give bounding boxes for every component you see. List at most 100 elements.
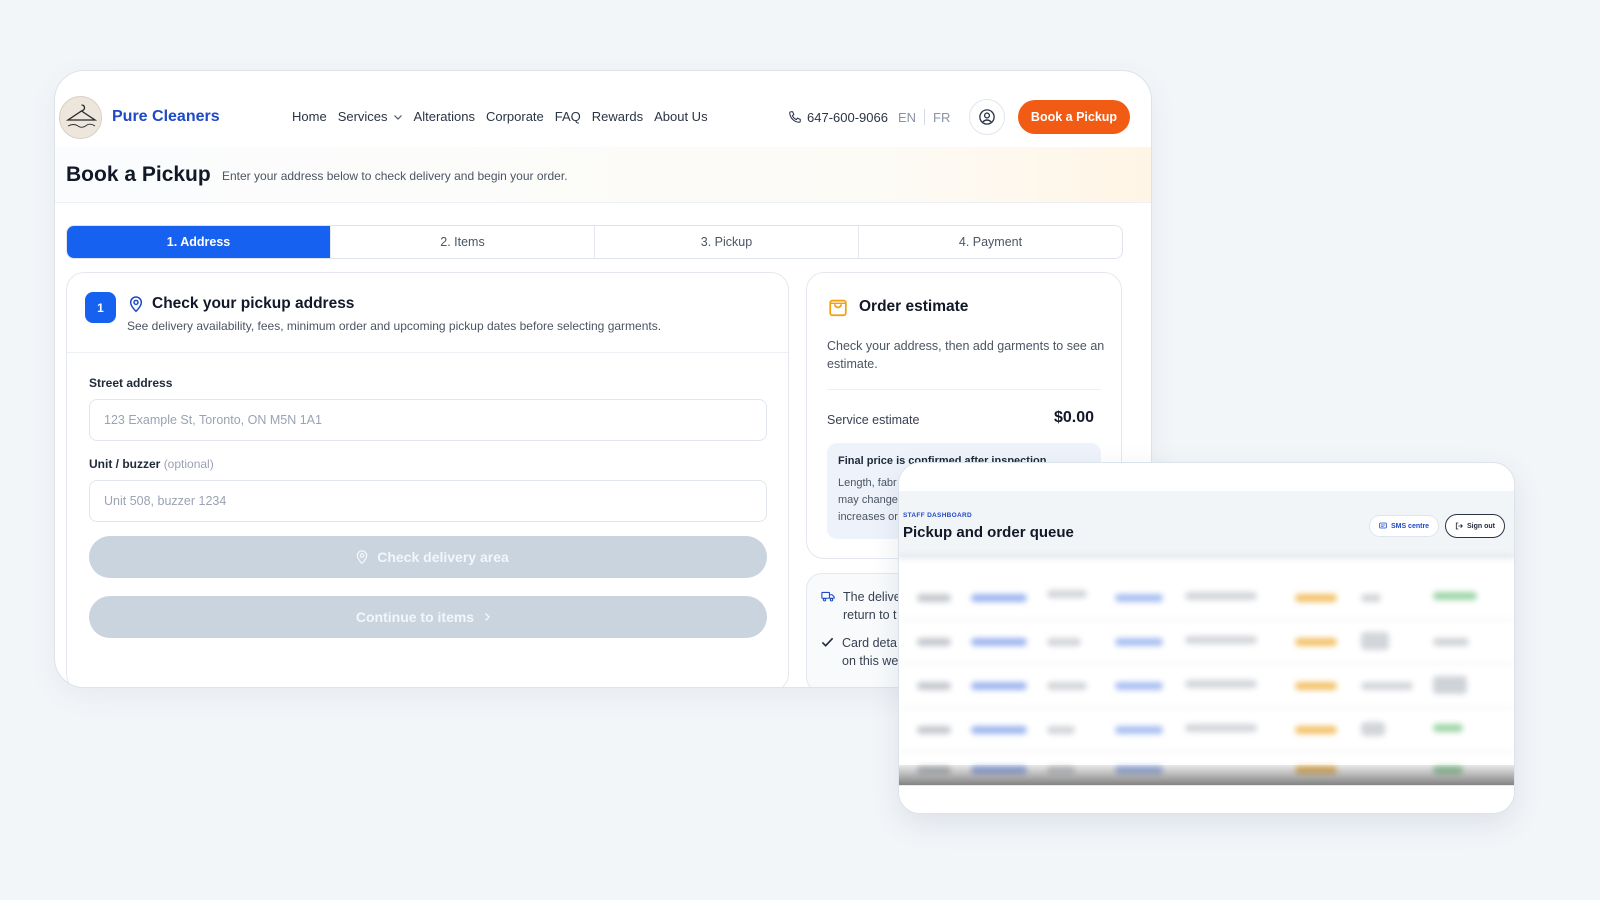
continue-label: Continue to items <box>355 609 475 625</box>
table-row[interactable] <box>899 576 1514 620</box>
menu-faq[interactable]: FAQ <box>555 109 581 124</box>
book-pickup-button[interactable]: Book a Pickup <box>1018 100 1130 134</box>
card-divider <box>67 352 788 353</box>
location-pin-icon <box>129 296 143 313</box>
table-row[interactable] <box>899 620 1514 664</box>
table-cell <box>1295 638 1337 646</box>
service-estimate-value: $0.00 <box>1054 409 1095 426</box>
dashboard-footer <box>899 785 1514 813</box>
order-stepper: 1. Address 2. Items 3. Pickup 4. Payment <box>66 225 1123 259</box>
sign-out-label: Sign out <box>1467 522 1495 530</box>
table-cell <box>971 682 1027 690</box>
table-cell <box>1047 682 1087 690</box>
chevron-down-icon <box>393 114 402 120</box>
table-cell <box>1361 594 1381 602</box>
menu-about-us[interactable]: About Us <box>654 109 707 124</box>
table-cell <box>1047 590 1087 598</box>
menu-alterations[interactable]: Alterations <box>414 109 475 124</box>
sms-centre-label: SMS centre <box>1390 522 1430 530</box>
card-info-row: Card deta on this we <box>821 634 898 670</box>
page-header-band <box>55 147 1151 203</box>
address-card-subtitle: See delivery availability, fees, minimum… <box>127 319 662 333</box>
table-cell <box>1115 594 1163 602</box>
brand-logo[interactable] <box>59 96 102 139</box>
step-payment[interactable]: 4. Payment <box>859 226 1122 258</box>
menu-services-label: Services <box>337 109 388 124</box>
dashboard-title: Pickup and order queue <box>903 524 1074 541</box>
table-cell <box>1433 638 1469 646</box>
table-cell <box>1115 682 1163 690</box>
address-card-title: Check your pickup address <box>152 295 355 312</box>
table-cell <box>1115 638 1163 646</box>
table-cell <box>971 638 1027 646</box>
step-address[interactable]: 1. Address <box>67 226 331 258</box>
location-pin-icon <box>356 550 368 565</box>
step-items[interactable]: 2. Items <box>331 226 595 258</box>
phone-icon <box>789 111 801 123</box>
brand-name[interactable]: Pure Cleaners <box>112 108 220 126</box>
table-cell <box>1295 682 1337 690</box>
page-title: Book a Pickup <box>66 163 211 186</box>
table-cell <box>1433 724 1463 732</box>
table-cell <box>917 638 951 646</box>
street-address-input[interactable] <box>89 399 767 441</box>
table-cell <box>917 594 951 602</box>
menu-corporate[interactable]: Corporate <box>486 109 544 124</box>
phone-number[interactable]: 647-600-9066 <box>807 110 888 125</box>
table-cell <box>1185 680 1257 688</box>
sign-out-icon <box>1455 522 1463 530</box>
order-estimate-text: Check your address, then add garments to… <box>827 339 1105 371</box>
menu-rewards[interactable]: Rewards <box>592 109 643 124</box>
delivery-info-text: The delive return to t <box>843 588 901 624</box>
language-fr[interactable]: FR <box>933 110 950 125</box>
table-cell <box>1185 636 1257 644</box>
unit-buzzer-label: Unit / buzzer (optional) <box>89 457 214 471</box>
table-cell <box>1115 726 1163 734</box>
step-pickup[interactable]: 3. Pickup <box>595 226 859 258</box>
delivery-info-row: The delive return to t <box>821 588 901 624</box>
language-divider <box>924 109 926 125</box>
dashboard-kicker: STAFF DASHBOARD <box>903 512 973 519</box>
shopping-bag-icon <box>829 299 847 317</box>
table-cell <box>917 682 951 690</box>
street-address-label: Street address <box>89 376 173 390</box>
truck-icon <box>821 591 835 602</box>
table-cell <box>1433 592 1477 600</box>
table-row[interactable] <box>899 708 1514 752</box>
order-queue-table <box>899 556 1514 784</box>
check-delivery-label: Check delivery area <box>377 549 509 565</box>
sign-out-button[interactable]: Sign out <box>1445 514 1505 538</box>
table-cell <box>971 726 1027 734</box>
menu-services[interactable]: Services <box>338 109 403 124</box>
table-cell <box>1047 638 1081 646</box>
table-cell <box>1361 632 1389 650</box>
table-row[interactable] <box>899 664 1514 708</box>
estimate-divider <box>827 389 1101 390</box>
chevron-right-icon <box>485 613 491 621</box>
table-cell <box>1295 594 1337 602</box>
info-line: on this we <box>842 654 899 668</box>
unit-buzzer-input[interactable] <box>89 480 767 522</box>
table-cell <box>1361 722 1385 736</box>
table-cell <box>1433 676 1467 694</box>
account-button[interactable] <box>969 99 1005 135</box>
page-subtitle: Enter your address below to check delive… <box>222 169 568 183</box>
card-info-text: Card deta on this we <box>842 634 898 670</box>
user-circle-icon <box>979 109 995 125</box>
table-cell <box>1185 724 1257 732</box>
info-line: Card deta <box>842 636 897 650</box>
language-en[interactable]: EN <box>898 110 916 125</box>
menu-home[interactable]: Home <box>292 109 327 124</box>
table-cell <box>1047 726 1075 734</box>
check-icon <box>821 637 834 647</box>
contact-area: 647-600-9066 EN FR <box>788 109 950 125</box>
continue-to-items-button[interactable]: Continue to items <box>89 596 767 638</box>
step-number-badge: 1 <box>85 292 116 323</box>
sms-centre-button[interactable]: SMS centre <box>1369 515 1439 537</box>
top-navigation: Pure Cleaners Home Services Alterations … <box>55 71 1151 151</box>
info-line: The delive <box>843 590 901 604</box>
check-delivery-button[interactable]: Check delivery area <box>89 536 767 578</box>
table-cell <box>1295 726 1337 734</box>
message-icon <box>1379 522 1387 529</box>
main-menu: Home Services Alterations Corporate FAQ … <box>292 109 719 124</box>
